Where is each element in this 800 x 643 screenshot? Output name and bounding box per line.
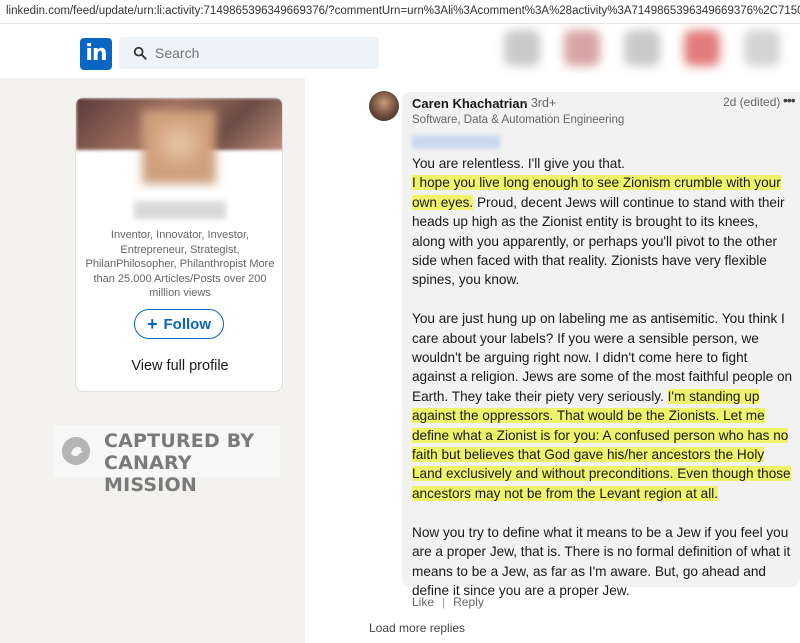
home-icon[interactable] (504, 30, 540, 66)
comment-actions: Like | Reply (412, 595, 484, 609)
watermark-text: CAPTURED BY CANARY MISSION (104, 430, 255, 496)
more-options-icon[interactable]: ••• (783, 92, 796, 108)
canary-mission-watermark: CAPTURED BY CANARY MISSION (54, 425, 280, 496)
messaging-icon[interactable] (684, 30, 720, 66)
comment-paragraph: Now you try to define what it means to b… (412, 524, 791, 598)
avatar[interactable] (142, 110, 216, 184)
commenter-title: Software, Data & Automation Engineering (412, 114, 625, 126)
mention-redacted (412, 135, 500, 149)
network-icon[interactable] (564, 30, 600, 66)
profile-card: Inventor, Innovator, Investor, Entrepren… (75, 97, 283, 392)
follow-label: Follow (163, 315, 212, 333)
comment-paragraph: You are relentless. I'll give you that. … (412, 156, 785, 288)
comment-timestamp: 2d (edited) (723, 95, 781, 109)
comment-paragraph: You are just hung up on labeling me as a… (412, 311, 793, 501)
plus-icon: + (146, 313, 158, 334)
profile-headline: Inventor, Innovator, Investor, Entrepren… (85, 229, 275, 299)
commenter-avatar[interactable] (369, 91, 399, 121)
nav-icons-area (482, 24, 800, 78)
profile-name-redacted (134, 201, 226, 219)
jobs-icon[interactable] (624, 30, 660, 66)
highlighted-text: I'm standing up against the oppressors. … (412, 388, 791, 501)
reply-button[interactable]: Reply (453, 595, 484, 609)
load-more-replies-link[interactable]: Load more replies (369, 621, 465, 635)
search-input[interactable] (155, 37, 365, 69)
comment-body: You are relentless. I'll give you that. … (412, 154, 794, 620)
commenter-name[interactable]: Caren Khachatrian (412, 96, 528, 111)
linkedin-logo[interactable]: in (80, 38, 112, 70)
search-icon (133, 46, 147, 60)
divider: | (442, 595, 446, 609)
address-bar[interactable]: linkedin.com/feed/update/urn:li:activity… (0, 0, 800, 24)
follow-button[interactable]: + Follow (134, 309, 224, 339)
view-full-profile-link[interactable]: View full profile (76, 358, 282, 374)
notifications-icon[interactable] (744, 30, 780, 66)
connection-degree: • 3rd+ (523, 96, 557, 110)
bird-icon (62, 437, 90, 465)
search-box[interactable] (119, 37, 379, 69)
like-button[interactable]: Like (412, 595, 434, 609)
